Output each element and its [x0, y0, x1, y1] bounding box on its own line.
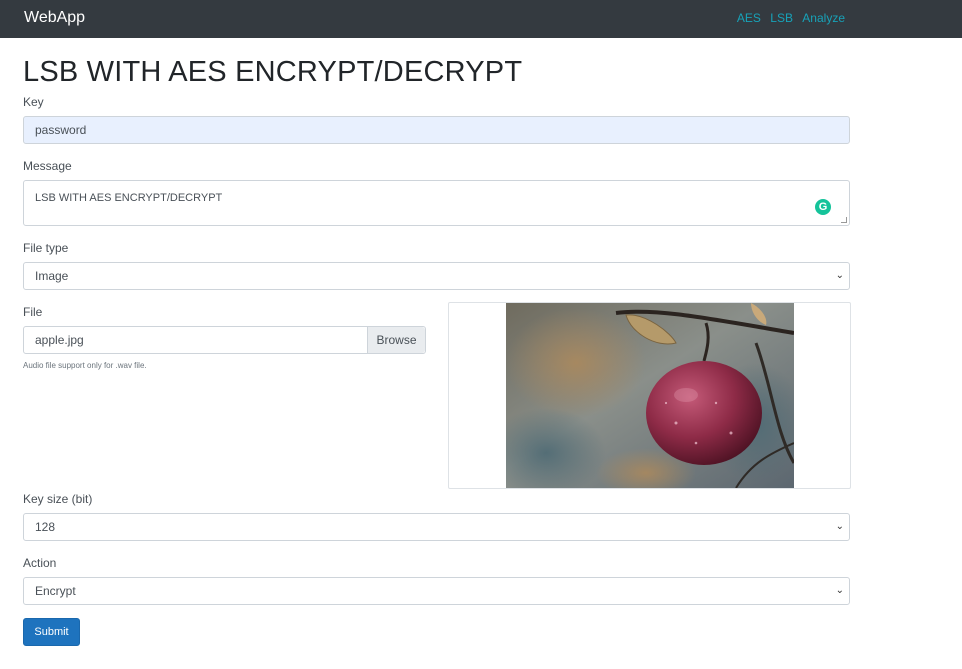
key-size-select[interactable]: 128 ⌄ [23, 513, 850, 541]
file-input[interactable]: apple.jpg Browse [23, 326, 426, 354]
image-preview [448, 302, 851, 489]
message-textarea[interactable]: LSB WITH AES ENCRYPT/DECRYPT G [23, 180, 850, 226]
nav-link-lsb[interactable]: LSB [770, 11, 793, 25]
key-size-value: 128 [35, 520, 56, 534]
nav-link-aes[interactable]: AES [737, 11, 761, 25]
submit-button[interactable]: Submit [23, 618, 80, 646]
chevron-down-icon: ⌄ [835, 521, 844, 532]
message-text: LSB WITH AES ENCRYPT/DECRYPT [35, 192, 223, 204]
key-size-label: Key size (bit) [23, 492, 93, 506]
message-label: Message [23, 159, 72, 173]
action-value: Encrypt [35, 584, 76, 598]
grammarly-icon[interactable]: G [815, 199, 831, 215]
file-name: apple.jpg [35, 333, 84, 347]
navbar: WebApp AES LSB Analyze [0, 0, 962, 38]
chevron-down-icon: ⌄ [835, 270, 844, 281]
file-type-select[interactable]: Image ⌄ [23, 262, 850, 290]
file-label: File [23, 305, 43, 319]
file-type-value: Image [35, 269, 69, 283]
action-select[interactable]: Encrypt ⌄ [23, 577, 850, 605]
brand-link[interactable]: WebApp [24, 9, 85, 27]
apple-preview-image [506, 303, 794, 488]
key-input[interactable]: password [23, 116, 850, 144]
action-label: Action [23, 556, 57, 570]
browse-button[interactable]: Browse [367, 327, 425, 353]
key-label: Key [23, 95, 44, 109]
page-title: LSB WITH AES ENCRYPT/DECRYPT [23, 56, 523, 88]
nav-link-analyze[interactable]: Analyze [802, 11, 845, 25]
resize-handle[interactable] [841, 217, 847, 223]
chevron-down-icon: ⌄ [835, 585, 844, 596]
file-help-text: Audio file support only for .wav file. [23, 361, 147, 370]
nav-links: AES LSB Analyze [731, 11, 845, 25]
file-type-label: File type [23, 241, 69, 255]
